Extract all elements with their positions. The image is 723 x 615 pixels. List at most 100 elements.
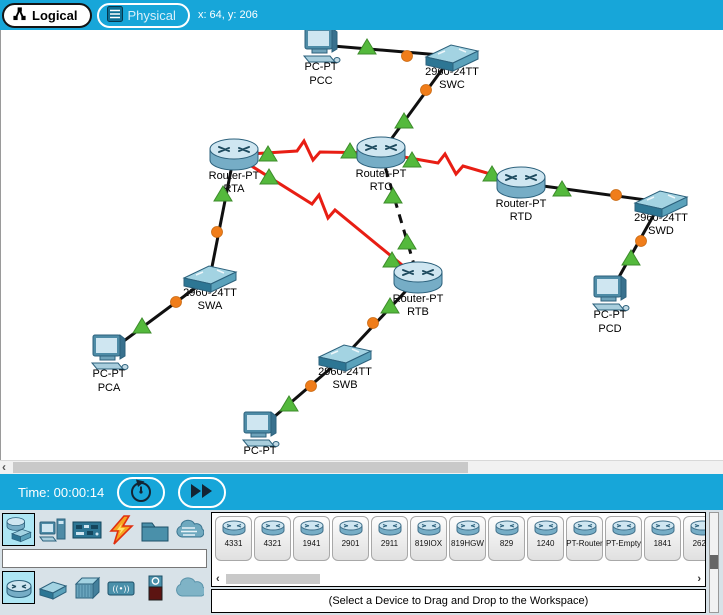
reset-clock-icon [128, 478, 154, 507]
logical-topology-icon [12, 6, 27, 24]
router-icon [259, 519, 287, 538]
topology-svg: PC-PTPCC2960-24TTSWCRouter-PTRTARouter-P… [1, 30, 723, 460]
category-miscellaneous[interactable] [138, 513, 171, 546]
category-end-devices[interactable] [36, 513, 69, 546]
device-label: PC-PT [244, 445, 277, 457]
device-label: SWB [332, 379, 357, 391]
tab-logical[interactable]: Logical [2, 3, 92, 28]
link-status-dot-icon [368, 318, 379, 329]
canvas-horizontal-scrollbar[interactable]: ‹ [0, 460, 723, 474]
fast-forward-button[interactable] [178, 477, 226, 508]
tab-physical-label: Physical [128, 8, 176, 23]
router-icon [454, 519, 482, 538]
router-icon [610, 519, 638, 538]
device-model-label: 2911 [381, 539, 398, 548]
category-switches[interactable] [36, 571, 69, 604]
device-palette: ((•)) 4331 4321 19412901 2911 819IOX 819HGW82… [0, 510, 723, 615]
device-model-pt-router[interactable]: PT-Router [566, 516, 603, 561]
device-model-label: PT-Router [566, 539, 602, 548]
category-wan-emulation[interactable] [172, 571, 205, 604]
router-icon [298, 519, 326, 538]
hubs-icon [72, 573, 102, 603]
category-network-devices[interactable] [2, 513, 35, 546]
device-model-819hgw[interactable]: 819HGW [449, 516, 486, 561]
device-model-pt-empty[interactable]: PT-Empty [605, 516, 642, 561]
device-pcb[interactable] [243, 412, 279, 447]
link-status-triangle-icon [398, 234, 416, 249]
device-rtb[interactable] [394, 262, 442, 293]
category-hubs[interactable] [70, 571, 103, 604]
palette-scrollbar-thumb[interactable] [710, 555, 718, 569]
link-status-dot-icon [402, 51, 413, 62]
device-model-2620[interactable]: 2620 [683, 516, 706, 561]
device-label: PC-PT [93, 368, 126, 380]
link-status-dot-icon [421, 85, 432, 96]
category-security[interactable] [138, 571, 171, 604]
device-label: RTD [510, 211, 532, 223]
cursor-coordinates: x: 64, y: 206 [198, 9, 258, 21]
link-status-triangle-icon [260, 169, 278, 184]
device-model-label: 2620 [693, 539, 706, 548]
realtime-bar: Time: 00:00:14 [0, 474, 723, 510]
physical-rack-icon [107, 6, 123, 25]
device-model-2901[interactable]: 2901 [332, 516, 369, 561]
category-routers[interactable] [2, 571, 35, 604]
device-scrollbar-thumb[interactable] [226, 574, 320, 584]
device-model-1941[interactable]: 1941 [293, 516, 330, 561]
link-status-triangle-icon [133, 318, 151, 333]
device-label: SWC [439, 79, 465, 91]
router-icon [649, 519, 677, 538]
device-model-829[interactable]: 829 [488, 516, 525, 561]
device-model-label: 819IOX [415, 539, 442, 548]
link-status-triangle-icon [383, 252, 401, 267]
device-model-4321[interactable]: 4321 [254, 516, 291, 561]
tab-physical[interactable]: Physical [97, 3, 190, 28]
reset-clock-button[interactable] [117, 477, 165, 508]
category-multiuser-connection[interactable] [172, 513, 205, 546]
palette-vertical-scrollbar[interactable] [709, 512, 719, 613]
link-status-triangle-icon [341, 143, 359, 158]
fast-forward-icon [190, 483, 214, 502]
connections-icon [106, 515, 136, 545]
device-label: PC-PT [305, 61, 338, 73]
canvas-scrollbar-thumb[interactable] [13, 462, 468, 473]
device-label: RTC [370, 181, 392, 193]
device-list-box: 43314321194129012911819IOX819HGW8291240P… [211, 512, 706, 587]
device-scrollbar-track[interactable] [224, 574, 694, 584]
device-scroll-left-icon[interactable]: ‹ [212, 573, 224, 585]
router-icon [337, 519, 365, 538]
device-pcd[interactable] [593, 276, 629, 311]
category-connections[interactable] [104, 513, 137, 546]
category-name-box [2, 549, 207, 568]
device-model-819iox[interactable]: 819IOX [410, 516, 447, 561]
device-model-1841[interactable]: 1841 [644, 516, 681, 561]
device-model-2911[interactable]: 2911 [371, 516, 408, 561]
link-status-dot-icon [171, 297, 182, 308]
workspace-canvas[interactable]: PC-PTPCC2960-24TTSWCRouter-PTRTARouter-P… [0, 30, 723, 460]
scroll-left-arrow-icon[interactable]: ‹ [2, 460, 6, 474]
device-scroll-right-icon[interactable]: › [693, 573, 705, 585]
network-devices-icon [4, 515, 34, 545]
device-model-label: 4331 [225, 539, 243, 548]
simulation-time: Time: 00:00:14 [18, 485, 104, 500]
category-wireless-devices[interactable]: ((•)) [104, 571, 137, 604]
device-model-label: 4321 [264, 539, 282, 548]
router-icon [571, 519, 599, 538]
wireless-icon: ((•)) [106, 573, 136, 603]
device-rta[interactable] [210, 139, 258, 170]
device-model-4331[interactable]: 4331 [215, 516, 252, 561]
status-bar: (Select a Device to Drag and Drop to the… [211, 589, 706, 613]
device-list-scrollbar[interactable]: ‹ › [212, 572, 705, 586]
device-model-1240[interactable]: 1240 [527, 516, 564, 561]
device-pca[interactable] [92, 335, 128, 370]
device-rtd[interactable] [497, 167, 545, 198]
link-status-dot-icon [636, 236, 647, 247]
router-icon [376, 519, 404, 538]
category-components[interactable] [70, 513, 103, 546]
device-pcc[interactable] [304, 30, 340, 63]
miscellaneous-icon [140, 515, 170, 545]
device-category-panel: ((•)) [0, 510, 209, 615]
device-rtc[interactable] [357, 137, 405, 168]
svg-text:((•)): ((•)) [112, 584, 129, 593]
device-label: Router-PT [356, 168, 407, 180]
